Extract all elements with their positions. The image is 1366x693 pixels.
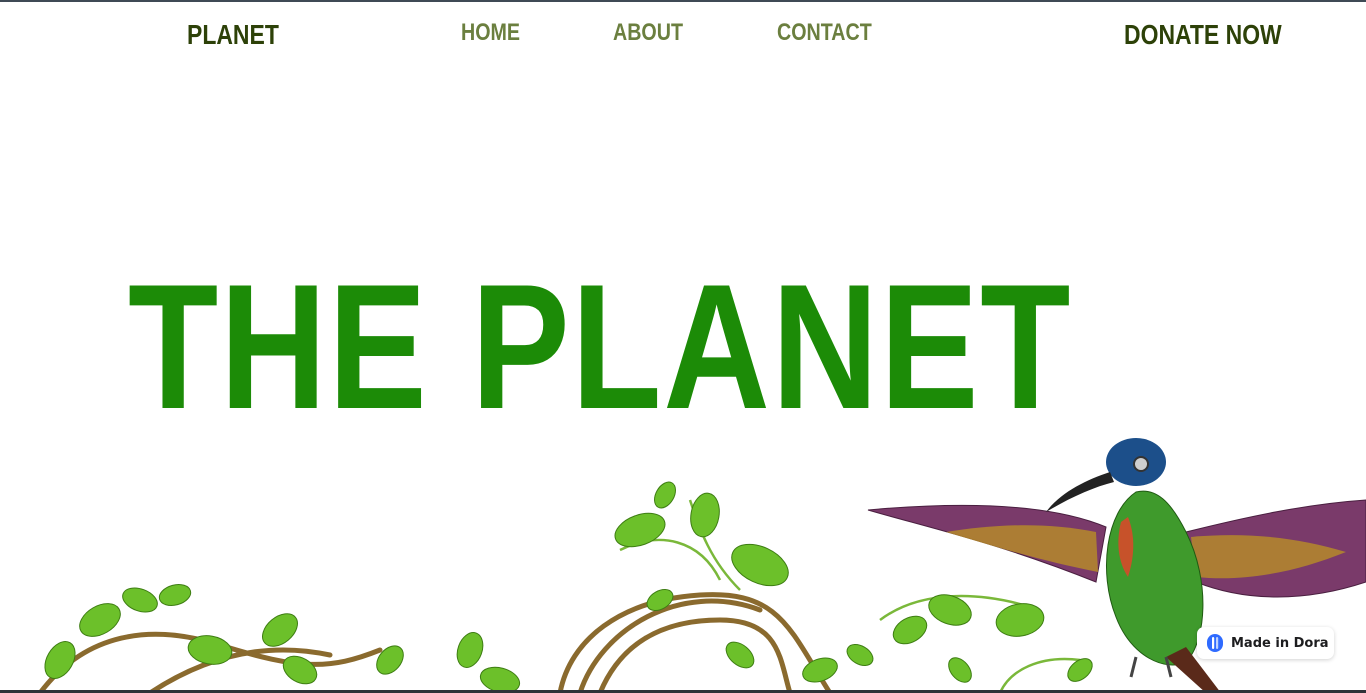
nav-home-link[interactable]: HOME [461, 19, 520, 47]
donate-now-link[interactable]: DONATE NOW [1124, 19, 1282, 51]
hero-title: THE PLANET [128, 247, 1073, 446]
site-logo[interactable]: PLANET [187, 19, 279, 51]
nav-contact-link[interactable]: CONTACT [777, 19, 872, 47]
made-in-dora-badge[interactable]: Made in Dora [1197, 627, 1334, 659]
made-in-dora-label: Made in Dora [1231, 635, 1329, 651]
dora-logo-icon [1207, 634, 1223, 652]
nav-about-link[interactable]: ABOUT [613, 19, 683, 47]
top-border [0, 0, 1366, 2]
